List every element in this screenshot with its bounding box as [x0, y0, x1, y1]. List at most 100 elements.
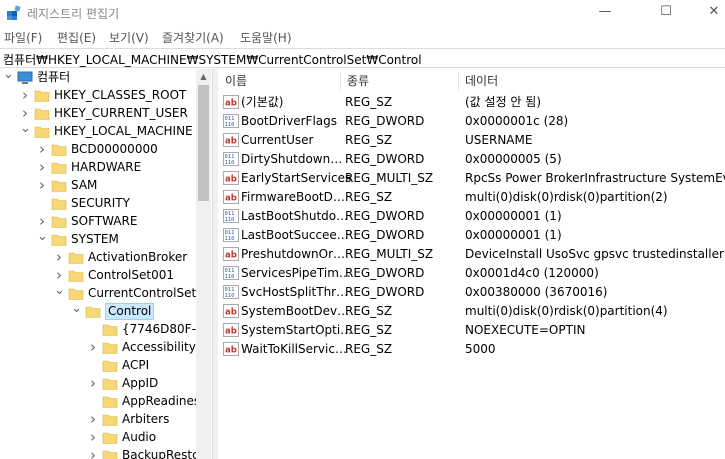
value-row[interactable]: ab SystemStartOpti… REG_SZ NOEXECUTE=OPTIN	[219, 321, 725, 340]
folder-icon	[34, 90, 50, 102]
chevron-right-icon[interactable]: ›	[54, 250, 64, 265]
tree-item[interactable]: ACPI	[0, 357, 212, 375]
tree-scrollbar[interactable]: ▲	[196, 69, 211, 459]
value-name: LastBootShutdo…	[241, 209, 349, 223]
tree-item-label: SOFTWARE	[71, 214, 138, 228]
value-row[interactable]: ab (기본값) REG_SZ (값 설정 안 됨)	[219, 93, 725, 112]
value-type: REG_SZ	[345, 190, 393, 204]
tree-item-label: ControlSet001	[88, 268, 174, 282]
menu-help[interactable]: 도움말(H)	[240, 29, 292, 46]
tree-item[interactable]: › ActivationBroker	[0, 249, 212, 267]
value-data: multi(0)disk(0)rdisk(0)partition(4)	[465, 304, 668, 318]
chevron-down-icon[interactable]: ⌄	[71, 302, 82, 318]
value-type: REG_SZ	[345, 95, 393, 109]
scroll-up-arrow-icon[interactable]: ▲	[196, 69, 211, 84]
tree-item[interactable]: ⌄ CurrentControlSet	[0, 284, 212, 303]
tree-item[interactable]: › AppID	[0, 375, 212, 393]
chevron-right-icon[interactable]: ›	[88, 340, 98, 355]
column-header-type[interactable]: 종류	[341, 72, 459, 90]
svg-text:ab: ab	[225, 175, 237, 185]
binary-value-icon: 011110	[223, 152, 239, 166]
computer-icon	[17, 71, 33, 84]
tree-item[interactable]: SECURITY	[0, 195, 212, 213]
tree-item[interactable]: › BCD00000000	[0, 141, 212, 159]
tree-item-label: AppReadiness	[122, 394, 207, 408]
svg-text:ab: ab	[225, 194, 237, 204]
value-data: 0x00000005 (5)	[465, 152, 562, 166]
scroll-thumb[interactable]	[198, 85, 209, 201]
menu-edit[interactable]: 편집(E)	[57, 29, 96, 46]
value-data: 0x0000001c (28)	[465, 114, 569, 128]
tree-item[interactable]: › HKEY_CURRENT_USER	[0, 105, 212, 123]
chevron-right-icon[interactable]: ›	[88, 448, 98, 459]
value-row[interactable]: ab CurrentUser REG_SZ USERNAME	[219, 131, 725, 150]
chevron-right-icon[interactable]: ›	[37, 214, 47, 229]
tree-item[interactable]: › AccessibilitySe	[0, 339, 212, 357]
value-row[interactable]: ab FirmwareBootD… REG_SZ multi(0)disk(0)rdi…	[219, 188, 725, 207]
tree-item[interactable]: › HARDWARE	[0, 159, 212, 177]
chevron-down-icon[interactable]: ⌄	[37, 230, 48, 246]
tree-item[interactable]: › Audio	[0, 429, 212, 447]
menu-bar: 파일(F) 편집(E) 보기(V) 즐겨찾기(A) 도움말(H)	[0, 27, 725, 47]
address-bar[interactable]: 컴퓨터₩HKEY_LOCAL_MACHINE₩SYSTEM₩CurrentCon…	[0, 48, 725, 68]
chevron-right-icon[interactable]: ›	[88, 376, 98, 391]
tree-item[interactable]: ⌄ 컴퓨터	[0, 69, 212, 87]
value-data: USERNAME	[465, 133, 533, 147]
registry-editor-icon	[7, 5, 21, 20]
chevron-right-icon[interactable]: ›	[88, 430, 98, 445]
svg-text:110: 110	[225, 274, 235, 280]
folder-icon	[102, 342, 118, 354]
value-row[interactable]: ab EarlyStartServices REG_MULTI_SZ RpcSs Po…	[219, 169, 725, 188]
value-row[interactable]: ab PreshutdownOr… REG_MULTI_SZ DeviceInstal…	[219, 245, 725, 264]
value-row[interactable]: 011 110 SvcHostSplitThr… REG_DWORD 0x0038000…	[219, 283, 725, 302]
value-name: CurrentUser	[241, 133, 314, 147]
chevron-right-icon[interactable]: ›	[37, 160, 47, 175]
binary-value-icon: 011110	[223, 209, 239, 223]
value-list[interactable]: 이름 종류 데이터 ab (기본값) REG_SZ (값 설정 안 됨) 011 110 B…	[219, 69, 725, 459]
chevron-right-icon[interactable]: ›	[37, 178, 47, 193]
maximize-button[interactable]: ☐	[643, 0, 689, 26]
chevron-right-icon[interactable]: ›	[54, 268, 64, 283]
chevron-right-icon[interactable]: ›	[37, 142, 47, 157]
tree-item-selected[interactable]: ⌄ Control	[0, 302, 212, 321]
column-header-data[interactable]: 데이터	[459, 72, 725, 90]
value-row[interactable]: ab SystemBootDev… REG_SZ multi(0)disk(0)rdi…	[219, 302, 725, 321]
chevron-right-icon[interactable]: ›	[20, 88, 30, 103]
value-row[interactable]: 011 110 BootDriverFlags REG_DWORD 0x0000001c…	[219, 112, 725, 131]
value-name: SystemStartOpti…	[241, 323, 353, 337]
close-button[interactable]: ✕	[694, 0, 725, 26]
chevron-right-icon[interactable]: ›	[20, 106, 30, 121]
tree-item[interactable]: › BackupRestore	[0, 447, 212, 459]
tree-item[interactable]: › HKEY_CLASSES_ROOT	[0, 87, 212, 105]
tree-item[interactable]: {7746D80F-97	[0, 321, 212, 339]
chevron-down-icon[interactable]: ⌄	[3, 69, 14, 84]
tree-item[interactable]: › Arbiters	[0, 411, 212, 429]
chevron-down-icon[interactable]: ⌄	[54, 284, 65, 300]
folder-icon	[34, 108, 50, 120]
value-row[interactable]: 011 110 LastBootShutdo… REG_DWORD 0x00000001…	[219, 207, 725, 226]
value-row[interactable]: 011 110 ServicesPipeTim… REG_DWORD 0x0001d4c…	[219, 264, 725, 283]
binary-value-icon: 011110	[223, 266, 239, 280]
value-row[interactable]: 011 110 DirtyShutdown… REG_DWORD 0x00000005 …	[219, 150, 725, 169]
tree-item[interactable]: ⌄ SYSTEM	[0, 230, 212, 249]
address-path[interactable]: 컴퓨터₩HKEY_LOCAL_MACHINE₩SYSTEM₩CurrentCon…	[3, 51, 422, 68]
chevron-right-icon[interactable]: ›	[88, 412, 98, 427]
svg-text:ab: ab	[225, 327, 237, 337]
value-name: FirmwareBootD…	[241, 190, 345, 204]
pane-splitter[interactable]	[212, 69, 218, 459]
menu-favorites[interactable]: 즐겨찾기(A)	[162, 29, 224, 46]
chevron-down-icon[interactable]: ⌄	[20, 122, 31, 138]
value-name: EarlyStartServices	[241, 171, 352, 185]
tree-item[interactable]: ⌄ HKEY_LOCAL_MACHINE	[0, 122, 212, 141]
menu-file[interactable]: 파일(F)	[4, 29, 42, 46]
tree-item[interactable]: AppReadiness	[0, 393, 212, 411]
minimize-button[interactable]: —	[582, 0, 628, 26]
value-row[interactable]: 011 110 LastBootSuccee… REG_DWORD 0x00000001…	[219, 226, 725, 245]
tree-item[interactable]: › SAM	[0, 177, 212, 195]
column-header-name[interactable]: 이름	[219, 72, 341, 90]
tree-item[interactable]: › SOFTWARE	[0, 213, 212, 231]
value-row[interactable]: ab WaitToKillServic… REG_SZ 5000	[219, 340, 725, 359]
tree-item[interactable]: › ControlSet001	[0, 267, 212, 285]
menu-view[interactable]: 보기(V)	[109, 29, 149, 46]
key-tree[interactable]: ⌄ 컴퓨터 › HKEY_CLASSES_ROOT › HKEY_CURRENT_USER…	[0, 69, 212, 459]
